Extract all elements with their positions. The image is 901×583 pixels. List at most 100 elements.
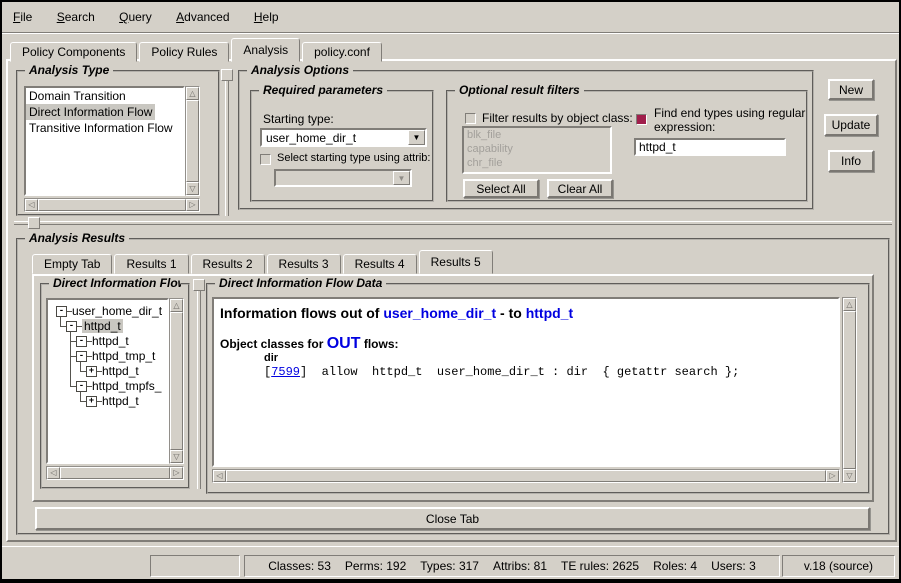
- scrollbar-thumb[interactable]: [170, 312, 183, 450]
- menu-help[interactable]: Help: [249, 8, 284, 26]
- menu-search[interactable]: Search: [52, 8, 100, 26]
- data-hscrollbar: ◁ ▷: [212, 469, 840, 483]
- pane-sash-handle[interactable]: [221, 69, 233, 81]
- status-bar: Classes: 53 Perms: 192 Types: 317 Attrib…: [2, 546, 899, 579]
- flow-direction: OUT: [327, 335, 361, 352]
- tab-policy-conf[interactable]: policy.conf: [302, 42, 382, 62]
- status-empty-cell: [150, 555, 240, 577]
- select-all-button[interactable]: Select All: [463, 179, 539, 198]
- tree-collapse-icon[interactable]: -: [66, 321, 77, 332]
- scroll-down-icon[interactable]: ▽: [170, 450, 183, 463]
- pane-sash-handle[interactable]: [28, 217, 40, 229]
- tree-collapse-icon[interactable]: -: [56, 306, 67, 317]
- attrib-checkbox-label: Select starting type using attrib:: [277, 152, 430, 164]
- tree-node-label[interactable]: httpd_t: [102, 364, 139, 378]
- flow-tree-frame: Direct Information Flow T: [40, 283, 190, 489]
- regex-checkbox-label: Find end types using regularexpression:: [654, 106, 805, 134]
- regex-input[interactable]: [634, 138, 786, 156]
- scroll-right-icon[interactable]: ▷: [170, 467, 183, 479]
- pane-sash-vertical: [225, 81, 229, 216]
- tab-results-2[interactable]: Results 2: [191, 254, 265, 274]
- scroll-down-icon[interactable]: ▽: [843, 469, 856, 482]
- result-subheading: Object classes for OUT flows:: [220, 335, 399, 353]
- scrollbar-thumb[interactable]: [226, 470, 826, 482]
- target-type: httpd_t: [526, 305, 573, 321]
- scroll-up-icon[interactable]: △: [186, 87, 199, 100]
- attrib-checkbox[interactable]: [260, 154, 271, 165]
- rule-line: [7599] allow httpd_t user_home_dir_t : d…: [264, 365, 739, 379]
- tree-expand-icon[interactable]: +: [86, 396, 97, 407]
- tree-node-label[interactable]: httpd_t: [102, 394, 139, 408]
- dropdown-arrow-icon[interactable]: ▼: [408, 130, 425, 145]
- tree-expand-icon[interactable]: +: [86, 366, 97, 377]
- tab-results-4[interactable]: Results 4: [343, 254, 417, 274]
- scroll-down-icon[interactable]: ▽: [186, 182, 199, 195]
- tab-empty[interactable]: Empty Tab: [32, 254, 112, 274]
- list-item: capability: [464, 142, 610, 156]
- tree-collapse-icon[interactable]: -: [76, 381, 87, 392]
- tree-collapse-icon[interactable]: -: [76, 351, 87, 362]
- menu-advanced[interactable]: Advanced: [171, 8, 234, 26]
- list-item: blk_file: [464, 128, 610, 142]
- stat-roles: Roles: 4: [653, 559, 697, 573]
- tree-connector: [80, 362, 81, 371]
- menu-query[interactable]: Query: [114, 8, 157, 26]
- update-button[interactable]: Update: [824, 114, 878, 136]
- tree-node-label[interactable]: httpd_tmpfs_: [92, 379, 161, 393]
- filter-by-class-checkbox[interactable]: [465, 113, 476, 124]
- stat-types: Types: 317: [420, 559, 479, 573]
- tree-node-label[interactable]: httpd_t: [92, 334, 129, 348]
- tree-node-label[interactable]: httpd_tmp_t: [92, 349, 155, 363]
- stat-attribs: Attribs: 81: [493, 559, 547, 573]
- tab-policy-rules[interactable]: Policy Rules: [139, 42, 229, 62]
- tree-node-label[interactable]: user_home_dir_t: [72, 304, 162, 318]
- source-type: user_home_dir_t: [383, 305, 496, 321]
- tab-results-1[interactable]: Results 1: [114, 254, 188, 274]
- tree-collapse-icon[interactable]: -: [76, 336, 87, 347]
- filter-by-class-label: Filter results by object class:: [482, 111, 633, 125]
- scrollbar-thumb[interactable]: [38, 199, 186, 211]
- scroll-right-icon[interactable]: ▷: [826, 470, 839, 482]
- list-item[interactable]: Domain Transition: [26, 88, 183, 104]
- result-heading: Information flows out of user_home_dir_t…: [220, 305, 573, 321]
- analysis-type-vscrollbar: △ ▽: [185, 86, 200, 196]
- stat-users: Users: 3: [711, 559, 756, 573]
- scrollbar-thumb[interactable]: [60, 467, 170, 479]
- data-vscrollbar: △ ▽: [842, 297, 857, 483]
- policy-version: v.18 (source): [804, 559, 873, 573]
- scrollbar-thumb[interactable]: [843, 311, 856, 469]
- tab-policy-components[interactable]: Policy Components: [10, 42, 137, 62]
- scroll-left-icon[interactable]: ◁: [213, 470, 226, 482]
- scroll-left-icon[interactable]: ◁: [47, 467, 60, 479]
- tree-node-label-selected[interactable]: httpd_t: [82, 319, 123, 333]
- object-class-listbox-disabled: blk_file capability chr_file: [462, 126, 612, 174]
- results-sash-handle[interactable]: [193, 279, 205, 291]
- starting-type-combobox[interactable]: user_home_dir_t ▼: [260, 128, 427, 147]
- starting-type-value: user_home_dir_t: [262, 130, 408, 145]
- analysis-type-listbox: Domain Transition Direct Information Flo…: [24, 86, 185, 196]
- tab-results-5[interactable]: Results 5: [419, 250, 493, 274]
- close-tab-button[interactable]: Close Tab: [35, 507, 870, 530]
- scrollbar-thumb[interactable]: [186, 100, 199, 182]
- scroll-up-icon[interactable]: △: [843, 298, 856, 311]
- list-item-selected[interactable]: Direct Information Flow: [26, 104, 155, 120]
- pane-sash-horizontal: [14, 221, 892, 225]
- menu-file[interactable]: File: [8, 8, 37, 26]
- tab-results-3[interactable]: Results 3: [267, 254, 341, 274]
- tree-hscrollbar: ◁ ▷: [46, 466, 184, 480]
- flow-data-text[interactable]: Information flows out of user_home_dir_t…: [212, 297, 840, 467]
- scroll-up-icon[interactable]: △: [170, 299, 183, 312]
- list-item[interactable]: Transitive Information Flow: [26, 120, 183, 136]
- regex-checkbox-checked[interactable]: [636, 114, 647, 125]
- clear-all-button[interactable]: Clear All: [547, 179, 613, 198]
- scroll-left-icon[interactable]: ◁: [25, 199, 38, 211]
- new-button[interactable]: New: [828, 79, 874, 100]
- info-button[interactable]: Info: [828, 150, 874, 172]
- tab-analysis[interactable]: Analysis: [231, 38, 300, 62]
- analysis-options-title: Analysis Options: [247, 63, 353, 77]
- required-parameters-frame: Required parameters Starting type: user_…: [250, 90, 434, 202]
- tree-vscrollbar: △ ▽: [169, 298, 184, 464]
- scroll-right-icon[interactable]: ▷: [186, 199, 199, 211]
- results-page: Direct Information Flow T: [32, 274, 874, 502]
- rule-number-link[interactable]: 7599: [271, 365, 300, 379]
